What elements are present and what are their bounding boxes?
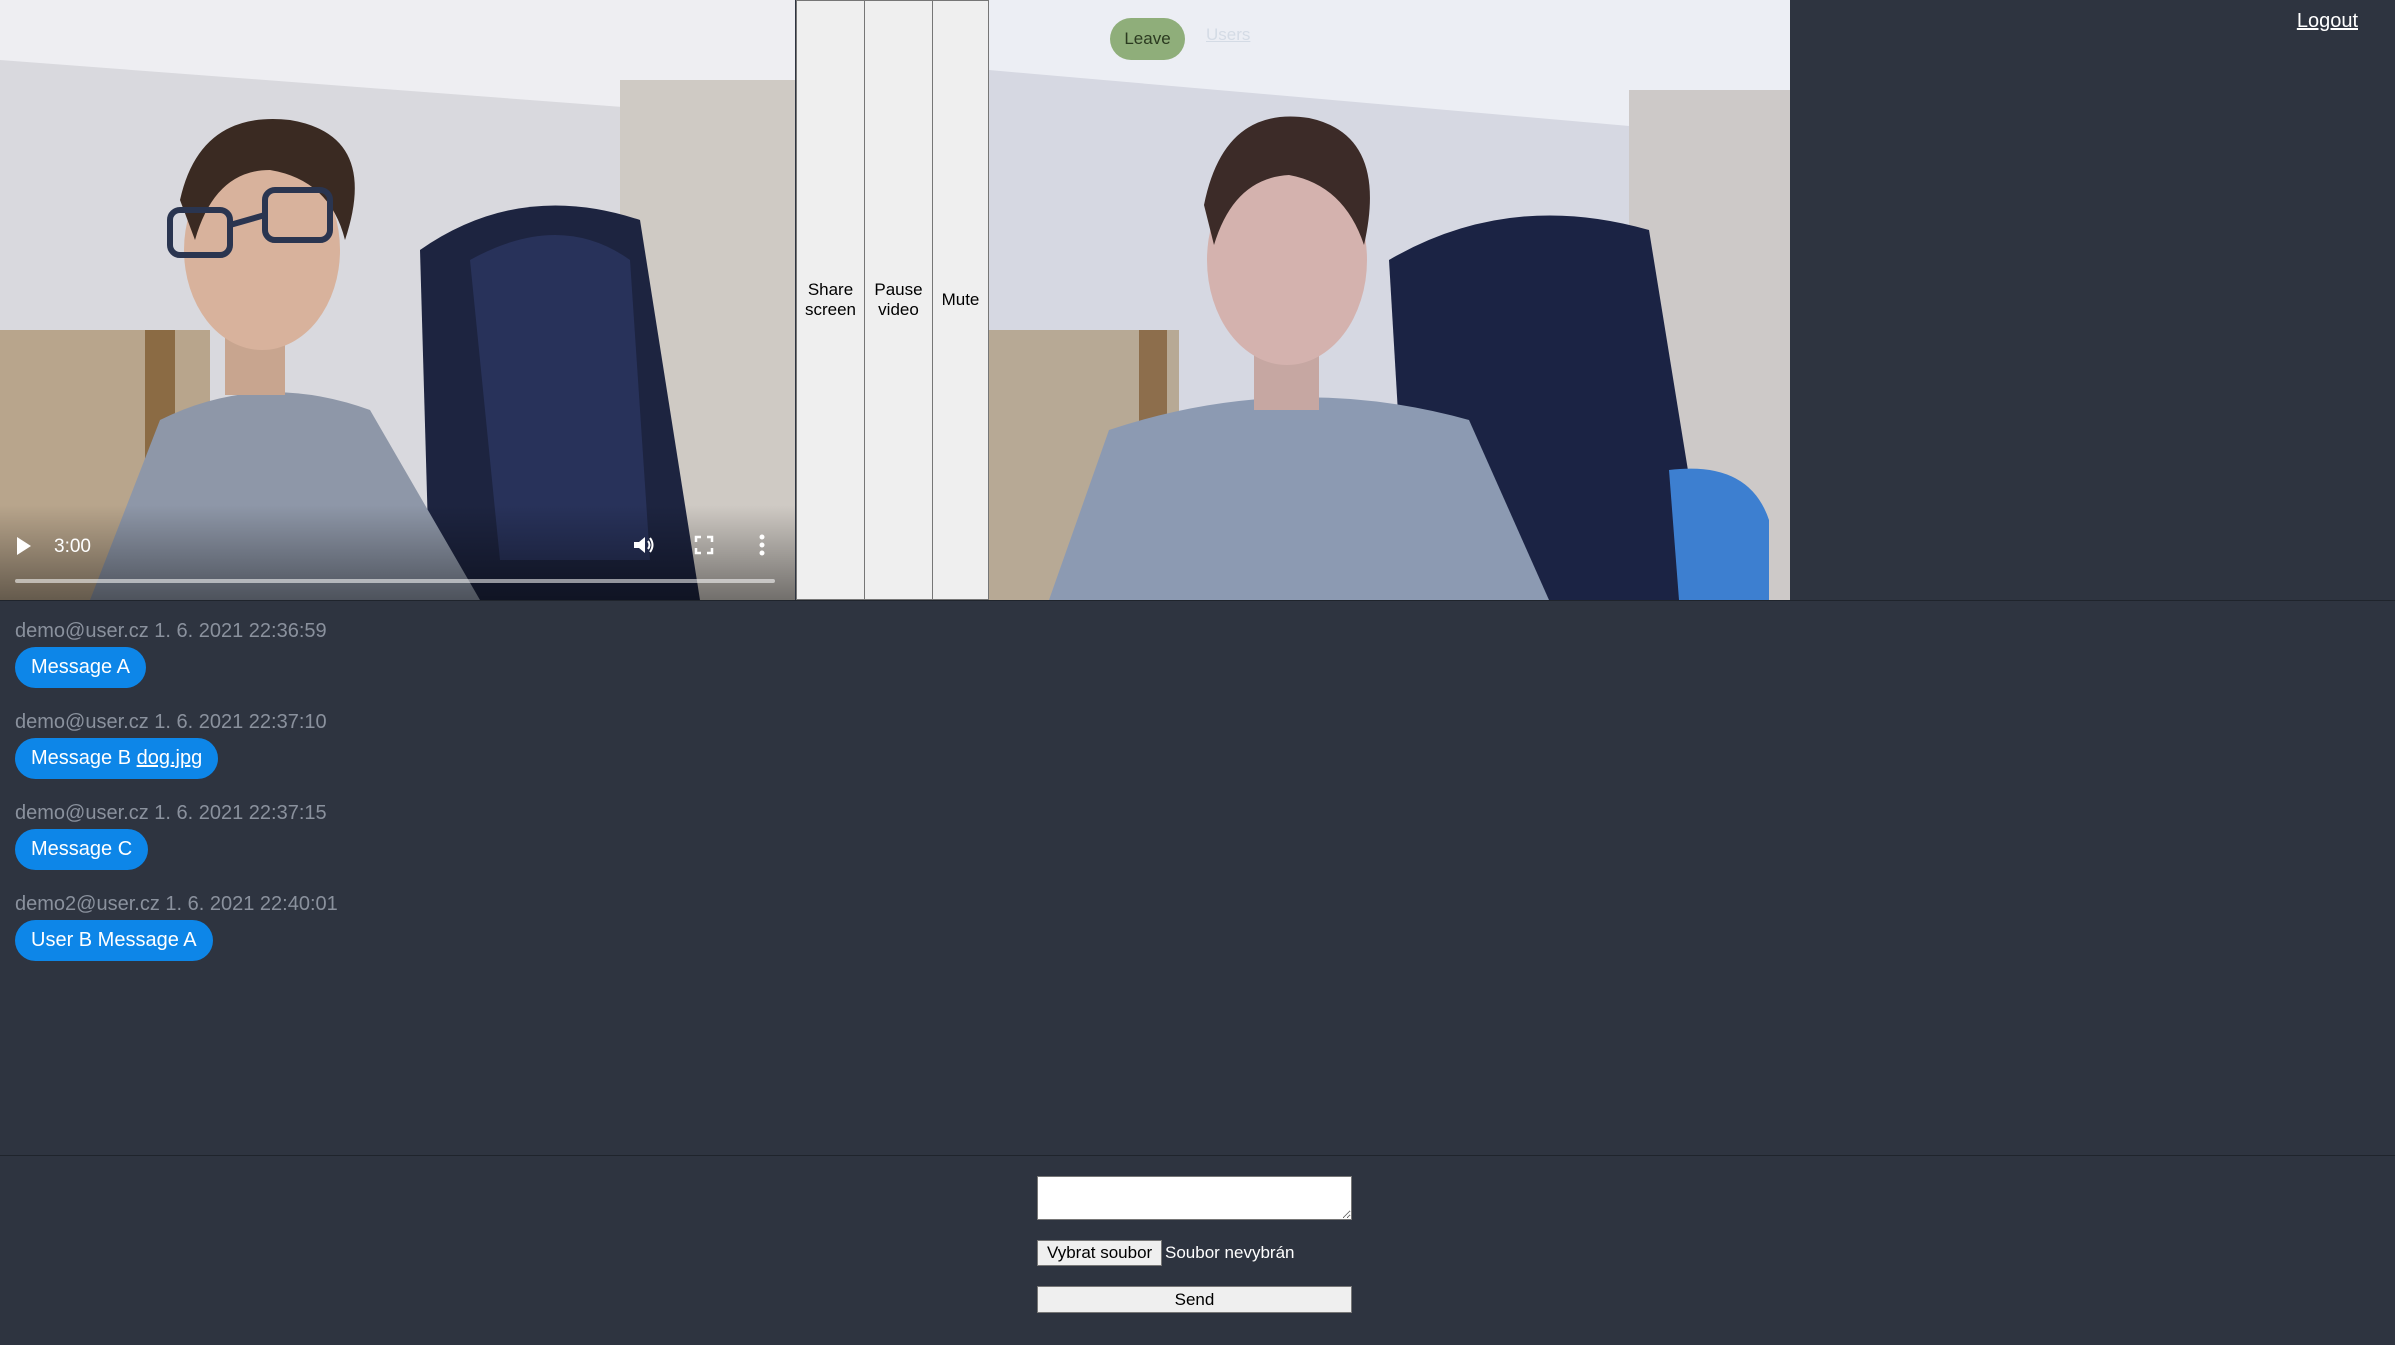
message-timestamp: 1. 6. 2021 22:37:15	[154, 802, 327, 824]
users-link[interactable]: Users	[1206, 25, 1250, 45]
message-sender: demo@user.cz	[15, 620, 149, 642]
remote-video	[989, 0, 1790, 600]
logout-link[interactable]: Logout	[2297, 10, 2358, 33]
video-call-area: 3:00 Share screen Pause video Mute Leave…	[0, 0, 2395, 600]
message-input[interactable]	[1037, 1176, 1352, 1220]
chat-message: demo@user.cz 1. 6. 2021 22:37:10 Message…	[15, 711, 327, 779]
share-screen-button[interactable]: Share screen	[796, 0, 865, 600]
video-progress-bar[interactable]	[15, 579, 775, 583]
play-icon[interactable]	[17, 537, 31, 555]
local-video[interactable]: 3:00	[0, 0, 795, 600]
message-text: Message B	[31, 747, 132, 769]
chat-message: demo@user.cz 1. 6. 2021 22:36:59 Message…	[15, 620, 327, 688]
message-bubble: Message C	[15, 829, 149, 870]
message-bubble: Message A	[15, 647, 146, 688]
message-meta: demo2@user.cz 1. 6. 2021 22:40:01	[15, 893, 338, 915]
mute-button[interactable]: Mute	[932, 0, 989, 600]
message-meta: demo@user.cz 1. 6. 2021 22:36:59	[15, 620, 327, 642]
message-timestamp: 1. 6. 2021 22:40:01	[165, 893, 338, 915]
message-bubble: User B Message A	[15, 920, 213, 961]
chat-message: demo2@user.cz 1. 6. 2021 22:40:01 User B…	[15, 893, 338, 961]
choose-file-button[interactable]: Vybrat soubor	[1037, 1240, 1163, 1266]
video-controls: 3:00	[0, 505, 795, 600]
message-sender: demo@user.cz	[15, 711, 149, 733]
send-button[interactable]: Send	[1037, 1286, 1352, 1313]
message-text: Message A	[31, 656, 130, 678]
remote-camera-feed	[989, 0, 1790, 600]
message-meta: demo@user.cz 1. 6. 2021 22:37:10	[15, 711, 327, 733]
message-sender: demo2@user.cz	[15, 893, 160, 915]
more-options-icon[interactable]	[758, 533, 766, 557]
message-timestamp: 1. 6. 2021 22:36:59	[154, 620, 327, 642]
message-composer: Vybrat soubor Soubor nevybrán Send	[0, 1156, 2395, 1345]
fullscreen-icon[interactable]	[694, 535, 714, 555]
video-time: 3:00	[54, 536, 91, 557]
message-text: User B Message A	[31, 929, 197, 951]
chat-message: demo@user.cz 1. 6. 2021 22:37:15 Message…	[15, 802, 327, 870]
message-sender: demo@user.cz	[15, 802, 149, 824]
pause-video-button[interactable]: Pause video	[864, 0, 933, 600]
message-timestamp: 1. 6. 2021 22:37:10	[154, 711, 327, 733]
message-text: Message C	[31, 838, 133, 860]
message-meta: demo@user.cz 1. 6. 2021 22:37:15	[15, 802, 327, 824]
leave-button[interactable]: Leave	[1110, 18, 1185, 60]
message-bubble: Message B dog.jpg	[15, 738, 219, 779]
volume-icon[interactable]	[633, 535, 655, 555]
chat-messages: demo@user.cz 1. 6. 2021 22:36:59 Message…	[0, 600, 2395, 1156]
file-status: Soubor nevybrán	[1165, 1243, 1295, 1262]
attachment-link[interactable]: dog.jpg	[137, 747, 203, 769]
